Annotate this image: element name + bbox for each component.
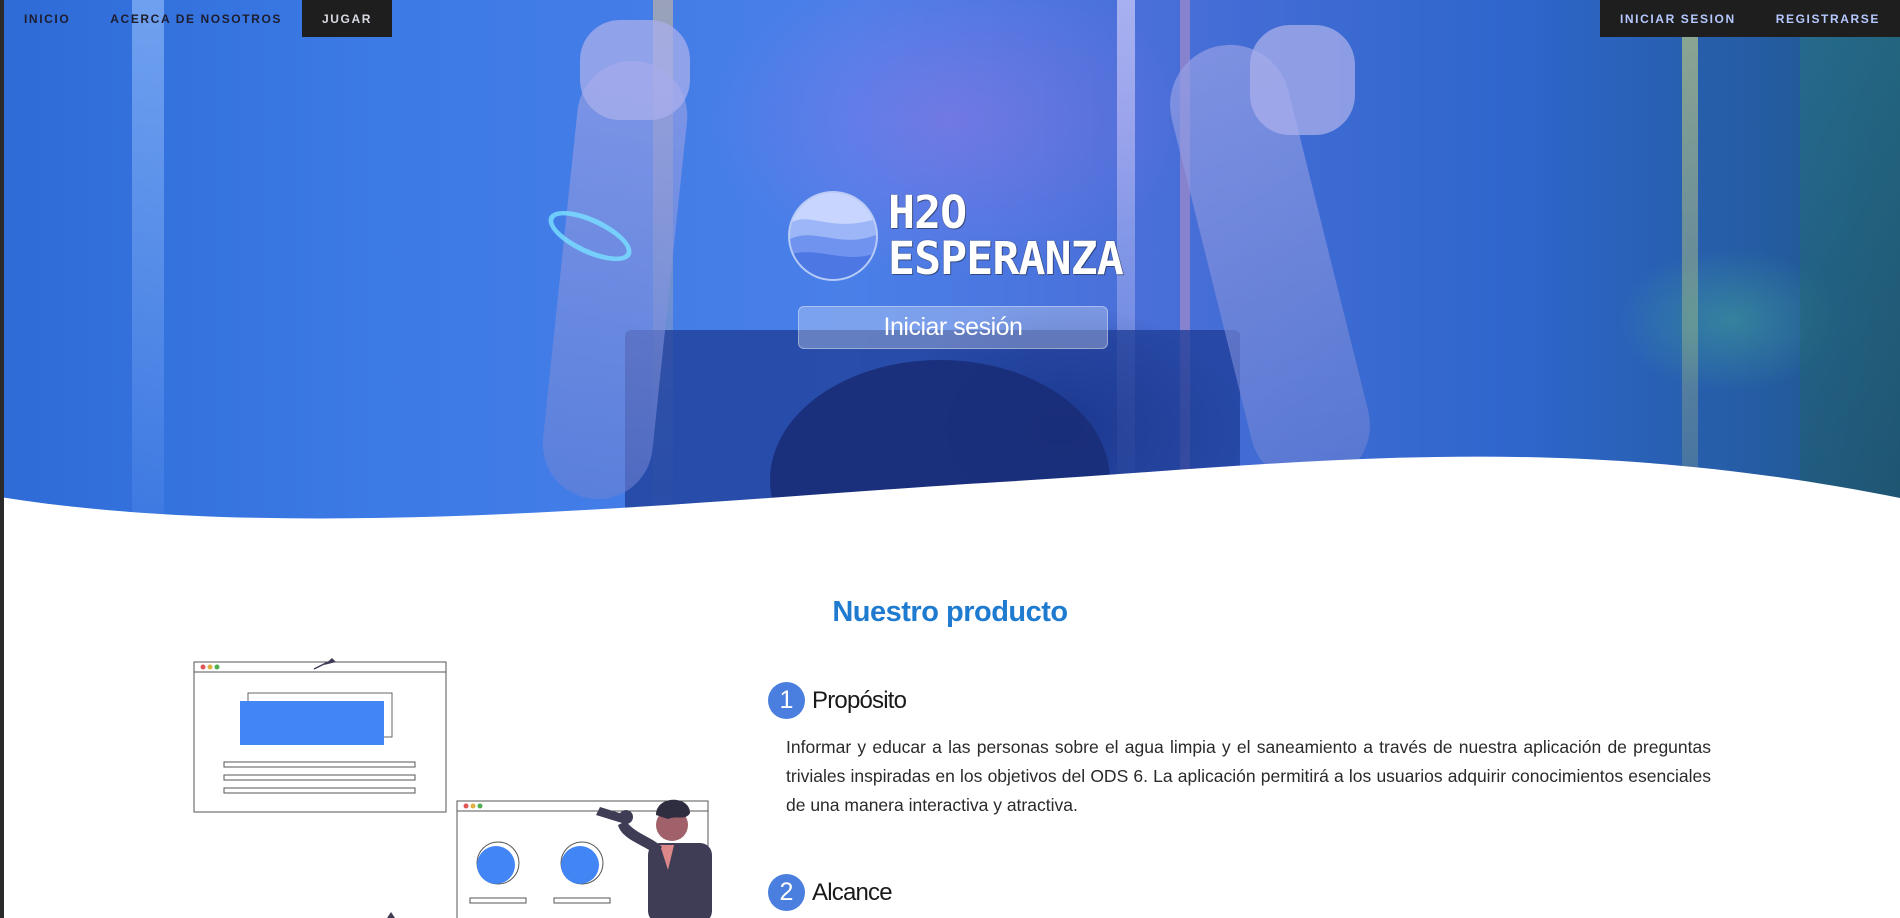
window-left-border — [0, 0, 4, 918]
section-title: Nuestro producto — [832, 596, 1068, 628]
brand-logo: H2O ESPERANZA — [790, 186, 1124, 285]
product-illustration — [193, 658, 712, 918]
nav-link-registrarse[interactable]: REGISTRARSE — [1756, 0, 1900, 37]
hero-banner: H2O ESPERANZA Iniciar sesión — [0, 0, 1900, 540]
step-number-badge: 1 — [768, 682, 805, 719]
step-item: 2 Alcance — [768, 874, 893, 911]
nav-link-inicio[interactable]: INICIO — [4, 0, 90, 37]
logo-text-line1: H2O — [888, 186, 967, 239]
hero-login-button[interactable]: Iniciar sesión — [798, 306, 1108, 349]
step-item: 1 Propósito — [768, 682, 907, 719]
step-description: Informar y educar a las personas sobre e… — [786, 737, 1711, 815]
step-number-badge: 2 — [768, 874, 805, 911]
water-drop-icon — [790, 193, 876, 279]
logo-text-line2: ESPERANZA — [888, 232, 1124, 285]
nav-right-group: INICIAR SESION REGISTRARSE — [1599, 0, 1900, 37]
step-title: Propósito — [812, 686, 907, 714]
nav-left-group: INICIO ACERCA DE NOSOTROS JUGAR — [4, 0, 392, 37]
nav-link-acerca[interactable]: ACERCA DE NOSOTROS — [90, 0, 302, 37]
step-title: Alcance — [812, 878, 893, 906]
nav-link-jugar[interactable]: JUGAR — [301, 0, 392, 37]
hero-wave-divider — [0, 456, 1900, 540]
nav-link-iniciar-sesion[interactable]: INICIAR SESION — [1600, 0, 1756, 37]
top-navbar: INICIO ACERCA DE NOSOTROS JUGAR INICIAR … — [0, 0, 1900, 37]
